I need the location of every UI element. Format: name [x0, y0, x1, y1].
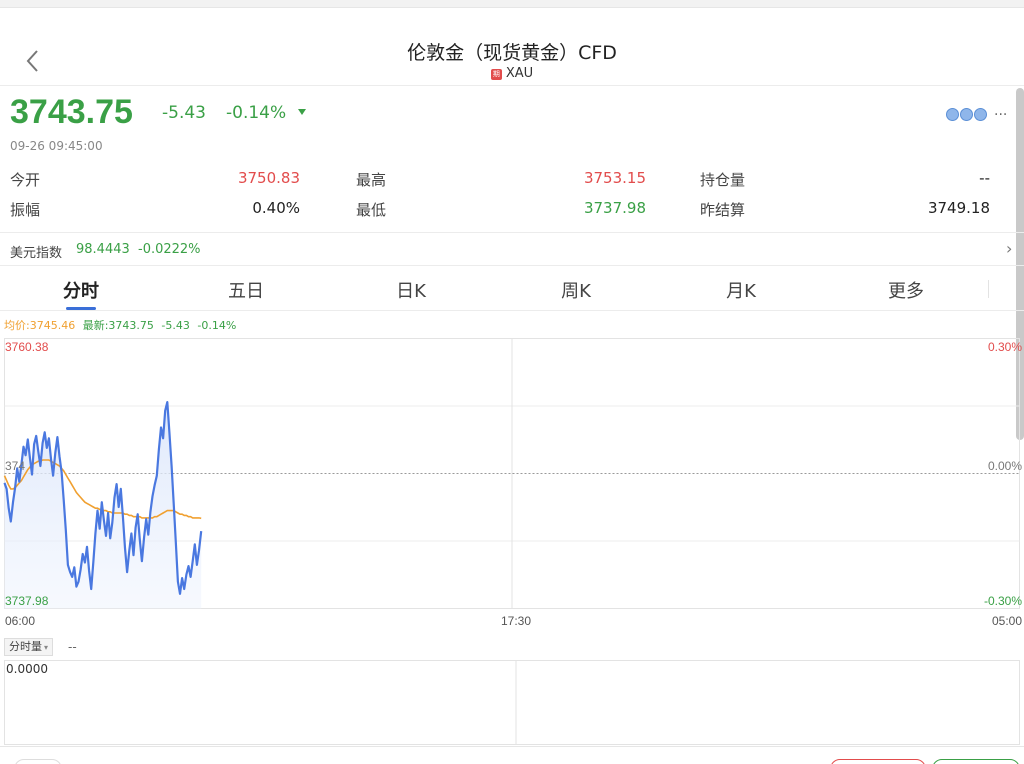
- intraday-price-chart[interactable]: 3760.38 374 3737.98 0.30% 0.00% -0.30% 0…: [0, 336, 1024, 636]
- legend-latest: 最新:3743.75: [82, 319, 154, 332]
- stat-label-open-interest: 持仓量: [700, 171, 746, 189]
- y-axis-mid-label: 374: [5, 459, 25, 473]
- last-price: 3743.75: [10, 93, 133, 131]
- rocket-icon[interactable]: [960, 108, 973, 121]
- legend-change: -5.43: [161, 319, 190, 332]
- stat-label-low: 最低: [356, 201, 387, 219]
- sell-button[interactable]: [932, 759, 1020, 764]
- price-change-pct: -0.14%: [226, 103, 287, 123]
- legend-average: 均价:3745.46: [4, 319, 76, 332]
- stat-value-open-interest: --: [979, 169, 990, 187]
- window-top-strip: [0, 0, 1024, 8]
- tab-monthly-k[interactable]: 月K: [701, 277, 781, 303]
- dollar-index-label: 美元指数: [10, 246, 63, 261]
- x-axis-start-label: 06:00: [5, 614, 35, 628]
- down-arrow-icon: [298, 109, 306, 115]
- dollar-index-row[interactable]: 美元指数 98.4443 -0.0222% ›: [0, 232, 1024, 266]
- x-axis-mid-label: 17:30: [501, 614, 531, 628]
- stat-label-open: 今开: [10, 171, 41, 189]
- tab-five-day[interactable]: 五日: [206, 277, 286, 303]
- futures-tag-icon: 期: [490, 69, 502, 80]
- bottom-action-bar: [0, 746, 1024, 764]
- bottom-left-button[interactable]: [14, 759, 62, 764]
- page-header: 伦敦金（现货黄金）CFD 期 XAU: [0, 8, 1024, 86]
- pct-axis-top-label: 0.30%: [988, 340, 1022, 354]
- y-axis-bottom-label: 3737.98: [5, 594, 49, 608]
- stat-value-amplitude: 0.40%: [252, 199, 300, 217]
- stat-value-high: 3753.15: [583, 169, 646, 187]
- symbol-code: XAU: [505, 66, 534, 81]
- stat-label-prev-settle: 昨结算: [700, 201, 746, 219]
- stat-label-amplitude: 振幅: [10, 201, 41, 219]
- active-tab-indicator: [66, 307, 96, 310]
- volume-value: --: [68, 640, 77, 654]
- stat-value-prev-settle: 3749.18: [927, 199, 990, 217]
- pct-axis-mid-label: 0.00%: [988, 459, 1022, 473]
- dollar-index-value: 98.4443: [76, 242, 130, 257]
- page-title: 伦敦金（现货黄金）CFD: [407, 42, 617, 64]
- x-axis-end-label: 05:00: [992, 614, 1022, 628]
- stat-label-high: 最高: [356, 171, 387, 189]
- dollar-index-change: -0.0222%: [138, 242, 201, 257]
- tab-weekly-k[interactable]: 周K: [536, 277, 616, 303]
- cloud-icon[interactable]: [974, 108, 987, 121]
- symbol-subtitle: 期 XAU: [0, 66, 1024, 81]
- caret-down-icon: ▾: [44, 643, 49, 652]
- tab-intraday[interactable]: 分时: [41, 277, 121, 303]
- y-axis-top-label: 3760.38: [5, 340, 49, 354]
- buy-button[interactable]: [830, 759, 926, 764]
- more-icon[interactable]: ···: [994, 107, 1007, 123]
- quote-panel: 3743.75 -5.43 -0.14% 09-26 09:45:00 ··· …: [0, 87, 1024, 232]
- chat-bubble-icon[interactable]: [946, 108, 959, 121]
- chart-tabs: 分时 五日 日K 周K 月K 更多: [0, 266, 1024, 311]
- stat-value-low: 3737.98: [583, 199, 646, 217]
- legend-change-pct: -0.14%: [197, 319, 237, 332]
- stat-value-open: 3750.83: [237, 169, 300, 187]
- pct-axis-bottom-label: -0.30%: [984, 594, 1022, 608]
- quote-timestamp: 09-26 09:45:00: [10, 139, 103, 153]
- tab-more[interactable]: 更多: [866, 277, 946, 303]
- volume-chart-frame: [4, 660, 1020, 745]
- chevron-right-icon: ›: [1006, 239, 1013, 258]
- volume-indicator-dropdown[interactable]: 分时量 ▾: [4, 638, 54, 656]
- volume-axis-label: 0.0000: [6, 662, 48, 676]
- volume-chart: [4, 660, 1020, 745]
- quote-toolbar: ···: [946, 104, 1016, 124]
- tab-daily-k[interactable]: 日K: [371, 277, 451, 303]
- price-change: -5.43: [162, 103, 206, 123]
- tab-divider: [988, 280, 989, 298]
- volume-indicator-label: 分时量: [9, 640, 42, 653]
- chart-legend: 均价:3745.46 最新:3743.75 -5.43 -0.14%: [4, 317, 236, 333]
